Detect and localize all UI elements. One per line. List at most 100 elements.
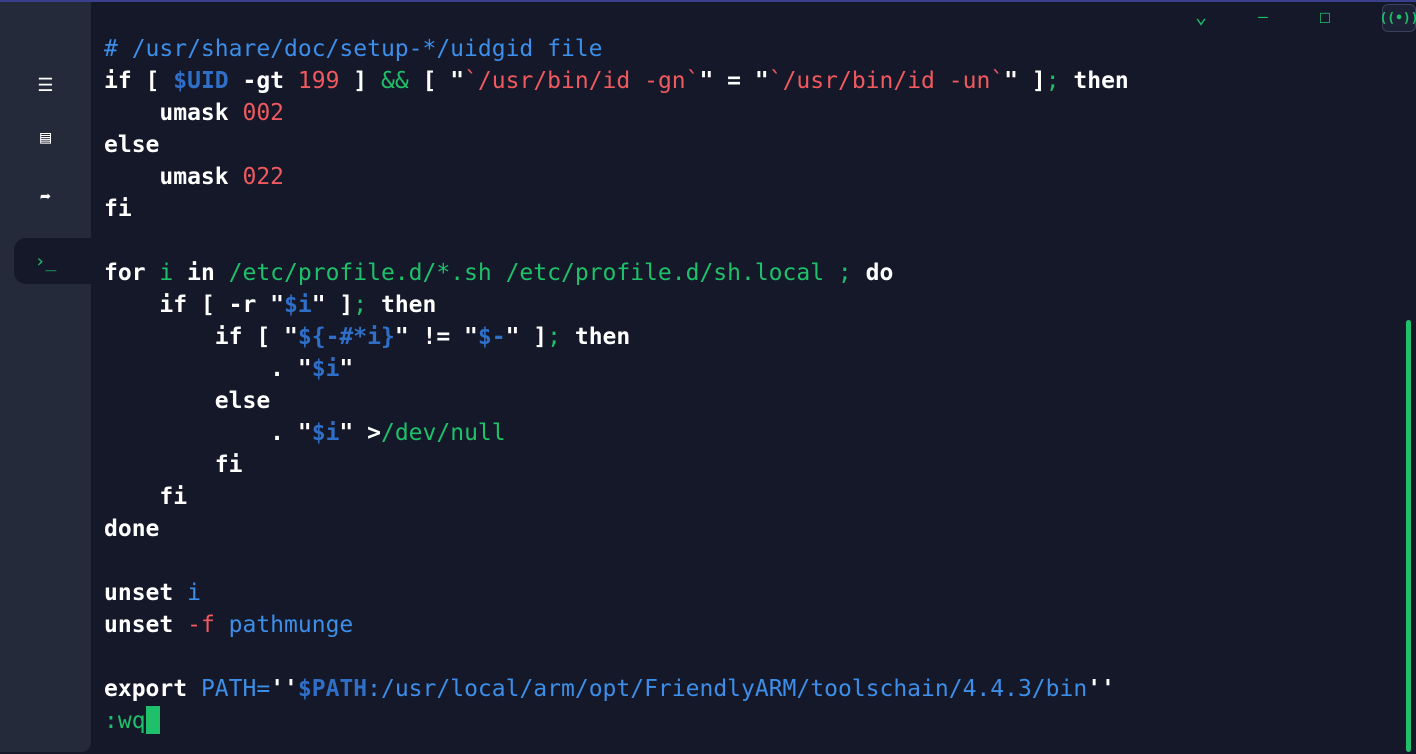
code-token: /etc/profile.d/*.sh /etc/profile.d/sh.lo… (228, 260, 852, 286)
code-token: if [ " (104, 324, 298, 350)
code-line: else (104, 385, 1129, 417)
code-line: if [ $UID -gt 199 ] && [ "`/usr/bin/id -… (104, 65, 1129, 97)
code-token: do (851, 260, 894, 286)
code-token: `/usr/bin/id -gn` (464, 68, 700, 94)
code-line: fi (104, 481, 1129, 513)
code-token: :/usr/local/arm/opt/FriendlyARM/toolscha… (367, 676, 1088, 702)
code-token: unset (104, 612, 188, 638)
code-token: done (104, 516, 160, 542)
code-line: done (104, 513, 1129, 545)
code-token: ; (547, 324, 562, 350)
maximize-icon: ☐ (1318, 4, 1332, 28)
maximize-button[interactable]: ☐ (1310, 4, 1340, 28)
code-token: fi (104, 484, 188, 510)
code-token: umask (104, 164, 243, 190)
code-token: /dev/null (380, 420, 506, 446)
code-token: ; (1045, 68, 1060, 94)
code-token: fi (104, 196, 132, 222)
code-token: then (367, 292, 437, 318)
code-token: " != " (394, 324, 478, 350)
code-token: ${-#*i} (297, 324, 395, 350)
code-token: " ] (1004, 68, 1046, 94)
window-top-border (0, 0, 1416, 2)
code-token: export (104, 676, 201, 702)
connection-status-button[interactable]: ((•)) (1379, 4, 1416, 32)
code-token: " (339, 356, 354, 382)
code-token: " ] (311, 292, 354, 318)
code-token: else (104, 388, 271, 414)
server-icon: ▤ (40, 126, 51, 148)
code-token: -f (187, 612, 215, 638)
code-token: " ] (505, 324, 548, 350)
minimize-icon: — (1258, 6, 1268, 26)
terminal-icon: ›_ (34, 250, 57, 272)
code-token: -gt (228, 68, 298, 94)
code-token: for (104, 260, 160, 286)
sidebar: ☰ ▤ ➦ ›_ (0, 2, 91, 752)
code-token: if [ (104, 68, 174, 94)
scrollbar[interactable] (1406, 320, 1411, 752)
code-token: $i (311, 356, 340, 382)
chevron-down-icon: ⌄ (1194, 4, 1208, 28)
code-token: ; (353, 292, 368, 318)
code-line: :wq (104, 705, 1129, 737)
text-cursor (145, 706, 160, 734)
code-line: export PATH=''$PATH:/usr/local/arm/opt/F… (104, 673, 1129, 705)
code-token: > (367, 420, 381, 446)
code-token: :wq (104, 708, 146, 734)
code-token: else (104, 132, 160, 158)
code-line: fi (104, 193, 1129, 225)
forward-icon: ➦ (40, 186, 51, 208)
code-line: umask 002 (104, 97, 1129, 129)
code-token: umask (104, 100, 243, 126)
code-token: ] (339, 68, 381, 94)
code-token: 199 (297, 68, 340, 94)
sidebar-item-servers[interactable]: ▤ (14, 114, 91, 160)
code-token: fi (104, 452, 243, 478)
code-line: . "$i" (104, 353, 1129, 385)
code-token: unset (104, 580, 188, 606)
code-line: if [ "${-#*i}" != "$-" ]; then (104, 321, 1129, 353)
code-token: in (173, 260, 229, 286)
sidebar-item-forwarding[interactable]: ➦ (14, 174, 91, 220)
code-token: `/usr/bin/id -un` (768, 68, 1005, 94)
code-token: i (159, 260, 174, 286)
code-token: [ " (408, 68, 465, 94)
code-line: unset i (104, 577, 1129, 609)
code-token: '' (1087, 676, 1115, 702)
code-token: pathmunge (214, 612, 354, 638)
minimize-button[interactable]: — (1248, 4, 1278, 28)
code-token: i (187, 580, 201, 606)
broadcast-icon: ((•)) (1379, 10, 1416, 26)
code-line: else (104, 129, 1129, 161)
code-line: if [ -r "$i" ]; then (104, 289, 1129, 321)
code-token: . " (104, 420, 312, 446)
code-line: umask 022 (104, 161, 1129, 193)
code-token: then (561, 324, 631, 350)
terminal-output[interactable]: # /usr/share/doc/setup-*/uidgid file if [… (104, 33, 1129, 737)
code-token: then (1059, 68, 1129, 94)
code-line: unset -f pathmunge (104, 609, 1129, 641)
code-token: if [ -r " (104, 292, 285, 318)
code-token: $- (477, 324, 506, 350)
code-token: $i (284, 292, 312, 318)
code-token: 002 (242, 100, 285, 126)
code-token: " = " (699, 68, 769, 94)
code-line: for i in /etc/profile.d/*.sh /etc/profil… (104, 257, 1129, 289)
code-token: 022 (242, 164, 285, 190)
code-token: # /usr/share/doc/setup-*/uidgid file (104, 36, 603, 62)
code-line: fi (104, 449, 1129, 481)
dropdown-button[interactable]: ⌄ (1186, 4, 1216, 28)
code-line: . "$i" >/dev/null (104, 417, 1129, 449)
code-token: PATH= (200, 676, 271, 702)
menu-icon: ☰ (37, 74, 54, 96)
sidebar-item-terminal[interactable]: ›_ (14, 238, 91, 284)
sidebar-item-menu[interactable]: ☰ (14, 62, 91, 108)
code-line: # /usr/share/doc/setup-*/uidgid file (104, 33, 1129, 65)
code-token: $i (311, 420, 340, 446)
code-token: . " (104, 356, 312, 382)
code-token: $UID (173, 68, 229, 94)
